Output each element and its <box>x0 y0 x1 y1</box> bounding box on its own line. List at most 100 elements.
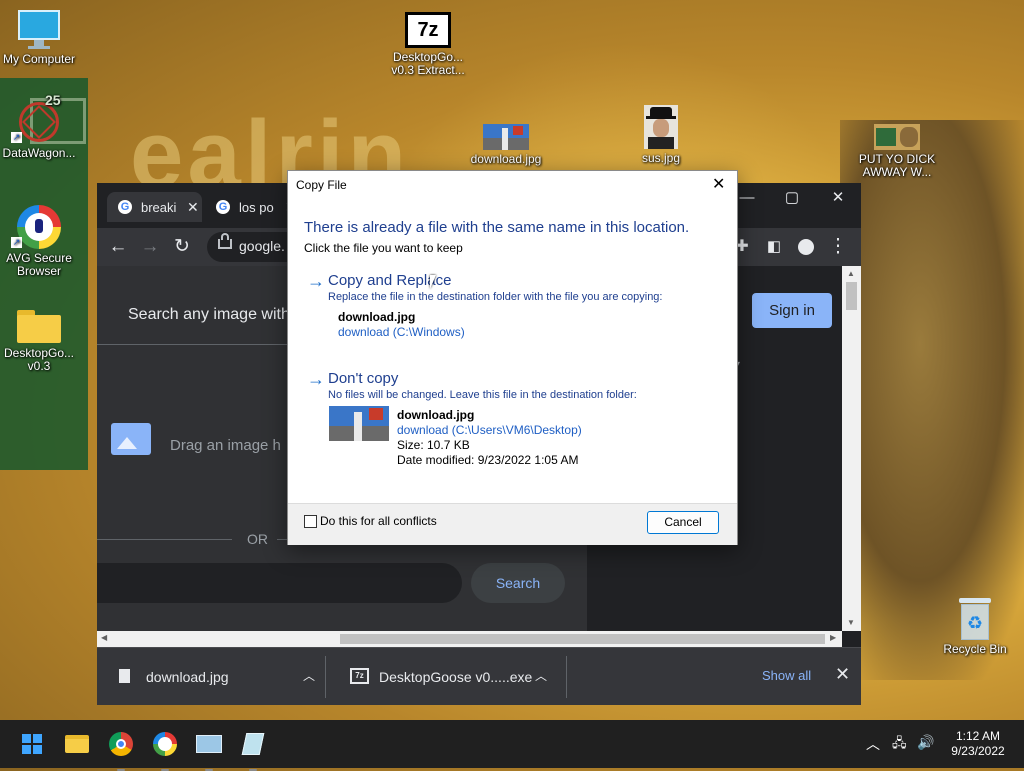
divider <box>566 656 567 698</box>
profile-icon[interactable] <box>793 234 819 260</box>
tab-los-po[interactable]: G los po ✕ <box>205 192 300 222</box>
image-link-input[interactable] <box>97 563 462 603</box>
menu-icon[interactable]: ⋮ <box>825 234 851 260</box>
shortcut-arrow-icon: ↗ <box>11 132 22 143</box>
scroll-right-icon[interactable]: ▶ <box>830 633 836 642</box>
scroll-up-icon[interactable]: ▲ <box>847 269 855 278</box>
datawagon-icon: 25 <box>17 93 61 144</box>
drop-zone-text: Drag an image h <box>170 437 281 454</box>
wallpaper-face <box>840 120 1024 680</box>
desktop-icon-label: sus.jpg <box>641 151 681 165</box>
7zip-icon: 7z <box>350 668 369 684</box>
windows-icon <box>22 734 42 754</box>
chevron-up-icon[interactable]: ︿ <box>535 667 547 684</box>
copy-dialog-taskbar-button[interactable] <box>239 730 267 771</box>
network-icon[interactable]: 🖧 <box>892 734 907 756</box>
desktop-icon-label: DataWagon... <box>2 146 76 160</box>
back-icon[interactable]: ← <box>105 234 131 260</box>
start-button[interactable] <box>18 730 46 758</box>
side-panel-icon[interactable]: ◧ <box>761 234 787 260</box>
chevron-up-icon[interactable]: ︿ <box>303 667 315 684</box>
file-icon <box>119 669 130 683</box>
maximize-button[interactable]: ▢ <box>769 185 815 211</box>
file-name: download.jpg <box>338 310 416 324</box>
show-all-link[interactable]: Show all <box>762 668 811 683</box>
taskbar: ︿ 🖧 🔊 1:12 AM 9/23/2022 <box>0 720 1024 771</box>
scrollbar-thumb[interactable] <box>846 282 857 310</box>
do-this-for-all-checkbox[interactable] <box>304 515 317 528</box>
desktop-icon-desktopgoose-folder[interactable]: DesktopGo... v0.3 <box>0 306 81 373</box>
close-icon[interactable]: ✕ <box>712 174 725 194</box>
document-icon <box>241 733 265 755</box>
photos-icon <box>196 735 222 753</box>
desktop-icon-my-computer[interactable]: My Computer <box>0 10 81 66</box>
mouse-cursor-icon <box>430 275 436 289</box>
download-name: download.jpg <box>146 669 229 685</box>
monitor-icon <box>18 10 60 50</box>
volume-icon[interactable]: 🔊 <box>917 734 934 751</box>
divider <box>97 539 232 540</box>
desktop-icon-sus-jpg[interactable]: sus.jpg <box>619 105 703 165</box>
desktop-icon-label: DesktopGo... v0.3 Extract... <box>391 50 465 77</box>
clock-date: 9/23/2022 <box>951 744 1005 758</box>
download-item[interactable]: 7z DesktopGoose v0.....exe ︿ <box>327 648 565 705</box>
desktop-icon-desktopgoose-7z[interactable]: 7z DesktopGo... v0.3 Extract... <box>386 12 470 77</box>
file-thumbnail <box>329 406 389 441</box>
photos-taskbar-button[interactable] <box>195 730 223 771</box>
download-shelf: download.jpg ︿ 7z DesktopGoose v0.....ex… <box>97 647 861 705</box>
search-image-heading: Search any image with <box>128 306 290 323</box>
option-description: Replace the file in the destination fold… <box>328 291 663 303</box>
option-title: Don't copy <box>328 370 399 387</box>
tab-title: los po <box>239 200 274 215</box>
desktop-icon-label: download.jpg <box>470 152 542 166</box>
avg-browser-taskbar-button[interactable] <box>151 730 179 771</box>
desktop-icon-datawagon[interactable]: 25 ↗ DataWagon... <box>0 93 81 160</box>
checkbox-label[interactable]: Do this for all conflicts <box>320 514 437 528</box>
image-thumbnail-icon <box>483 124 529 150</box>
forward-icon[interactable]: → <box>137 234 163 260</box>
chevron-up-icon[interactable]: ︿ <box>866 734 880 754</box>
clock-time: 1:12 AM <box>955 729 1001 743</box>
file-path: download (C:\Users\VM6\Desktop) <box>397 423 582 437</box>
copy-file-dialog: Copy File ✕ There is already a file with… <box>287 170 738 545</box>
system-clock[interactable]: 1:12 AM 9/23/2022 <box>948 729 1008 759</box>
dialog-title: Copy File <box>296 178 347 192</box>
scroll-down-icon[interactable]: ▼ <box>847 618 855 627</box>
desktop-icon-recycle-bin[interactable]: ♻ Recycle Bin <box>933 598 1017 656</box>
desktop-icon-label: My Computer <box>2 52 76 66</box>
desktop-icon-label: Recycle Bin <box>943 642 1007 656</box>
dialog-heading: There is already a file with the same na… <box>304 219 690 236</box>
google-icon: G <box>216 200 230 214</box>
vertical-scrollbar[interactable]: ▲ ▼ <box>842 266 861 631</box>
scrollbar-thumb[interactable] <box>340 634 825 644</box>
shortcut-arrow-icon: ↗ <box>11 237 22 248</box>
scroll-left-icon[interactable]: ◀ <box>101 633 107 642</box>
cancel-button[interactable]: Cancel <box>647 511 719 534</box>
dialog-subheading: Click the file you want to keep <box>304 241 463 255</box>
7zip-icon: 7z <box>405 12 451 48</box>
close-window-button[interactable]: ✕ <box>815 185 861 211</box>
sign-in-button[interactable]: Sign in <box>752 293 832 328</box>
desktop-icon-put-yo[interactable]: PUT YO DICK AWWAY W... <box>855 124 939 179</box>
desktop-icon-label: AVG Secure Browser <box>6 251 72 278</box>
download-item[interactable]: download.jpg ︿ <box>97 648 325 705</box>
image-thumbnail-icon <box>874 124 920 150</box>
tab-breaking[interactable]: G breaki ✕ <box>107 192 202 222</box>
desktop-icon-download-jpg[interactable]: download.jpg <box>464 124 548 166</box>
file-date-modified: Date modified: 9/23/2022 1:05 AM <box>397 453 579 467</box>
option-description: No files will be changed. Leave this fil… <box>328 389 637 401</box>
chrome-taskbar-button[interactable] <box>107 730 135 771</box>
image-thumbnail-icon <box>644 105 678 149</box>
desktop-icon-avg-browser[interactable]: ↗ AVG Secure Browser <box>0 205 81 278</box>
arrow-right-icon: → <box>307 271 325 291</box>
avg-browser-icon <box>153 732 177 756</box>
7zip-glyph: 7z <box>417 19 439 41</box>
horizontal-scrollbar[interactable]: ◀ ▶ <box>97 631 842 647</box>
reload-icon[interactable]: ↻ <box>169 234 195 260</box>
close-icon[interactable]: ✕ <box>187 199 199 216</box>
file-path: download (C:\Windows) <box>338 325 465 339</box>
arrow-right-icon: → <box>307 369 325 389</box>
search-button[interactable]: Search <box>471 563 565 603</box>
file-explorer-button[interactable] <box>63 730 91 758</box>
close-icon[interactable]: ✕ <box>835 664 850 685</box>
